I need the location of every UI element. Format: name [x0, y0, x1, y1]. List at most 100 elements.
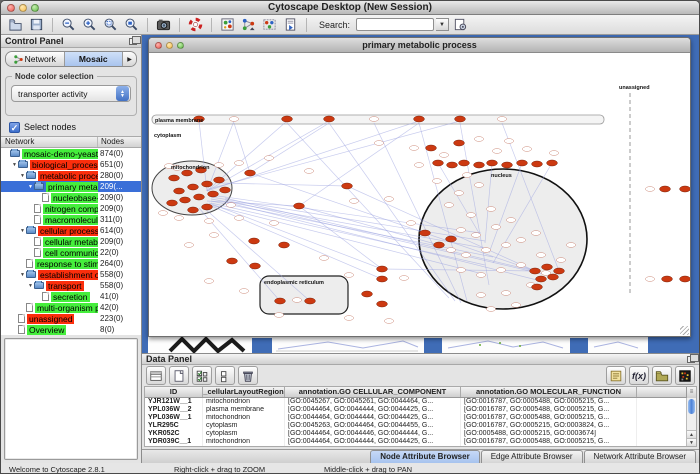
network-node[interactable]: [446, 236, 457, 242]
import-attributes-button[interactable]: [652, 366, 672, 385]
column-header[interactable]: _cellularLayoutRegion: [203, 387, 285, 397]
network-node[interactable]: [250, 263, 261, 269]
save-session-button[interactable]: [27, 16, 46, 34]
network-node[interactable]: [282, 116, 293, 122]
network-node-label[interactable]: [506, 218, 515, 223]
network-node-label[interactable]: [304, 169, 313, 174]
select-all-attributes-button[interactable]: [192, 366, 212, 385]
table-row[interactable]: YDR039C__1mitochondrion[GO:0044464, GO:0…: [145, 438, 696, 446]
zoom-selected-button[interactable]: [122, 16, 141, 34]
network-node-label[interactable]: [461, 253, 470, 258]
scrollbar-thumb[interactable]: [688, 399, 695, 414]
zoom-out-button[interactable]: [59, 16, 78, 34]
network-node-label[interactable]: [504, 139, 513, 144]
tree-row[interactable]: mosaic-demo-yeast874(0): [1, 148, 141, 159]
network-node-label[interactable]: [439, 153, 448, 158]
tree-row[interactable]: nitrogen compo209(0): [1, 203, 141, 214]
network-node-label[interactable]: [184, 243, 193, 248]
network-node[interactable]: [660, 186, 671, 192]
birds-eye-view[interactable]: [4, 338, 138, 460]
network-node-label[interactable]: [474, 183, 483, 188]
network-node[interactable]: [245, 170, 256, 176]
layout-network-button[interactable]: [239, 16, 258, 34]
network-node-label[interactable]: [384, 197, 393, 202]
network-node[interactable]: [517, 160, 528, 166]
network-node[interactable]: [662, 276, 673, 282]
network-node-label[interactable]: [496, 268, 505, 273]
network-node-label[interactable]: [369, 117, 378, 122]
network-node[interactable]: [502, 162, 513, 168]
node-color-dropdown[interactable]: transporter activity ▲▼: [11, 85, 131, 102]
help-button[interactable]: [186, 16, 205, 34]
network-node[interactable]: [180, 197, 191, 203]
network-canvas[interactable]: plasma membranecytoplasmmitochondrionnuc…: [149, 53, 690, 336]
network-node[interactable]: [532, 161, 543, 167]
network-node-label[interactable]: [204, 219, 213, 224]
select-attributes-button[interactable]: [146, 366, 166, 385]
network-node[interactable]: [532, 284, 543, 290]
network-node-label[interactable]: [239, 289, 248, 294]
network-node-label[interactable]: [344, 316, 353, 321]
network-node-label[interactable]: [444, 203, 453, 208]
network-node-label[interactable]: [531, 231, 540, 236]
tab-node-attribute-browser[interactable]: Node Attribute Browser: [370, 450, 480, 463]
column-header[interactable]: annotation.GO MOLECULAR_FUNCTION: [461, 387, 637, 397]
tree-row[interactable]: Overview8(0): [1, 324, 141, 335]
layout-region-button[interactable]: [260, 16, 279, 34]
table-scrollbar[interactable]: ▲ ▼: [686, 398, 696, 446]
network-node[interactable]: [474, 162, 485, 168]
table-row[interactable]: YJR121W__1mitochondrion[GO:0045267, GO:0…: [145, 398, 696, 406]
network-node-label[interactable]: [204, 279, 213, 284]
network-node-label[interactable]: [319, 256, 328, 261]
network-node[interactable]: [294, 203, 305, 209]
network-node[interactable]: [447, 162, 458, 168]
column-header[interactable]: annotation.GO CELLULAR_COMPONENT: [285, 387, 461, 397]
network-node[interactable]: [249, 238, 260, 244]
network-node-label[interactable]: [399, 276, 408, 281]
network-node[interactable]: [414, 116, 425, 122]
network-node[interactable]: [433, 160, 444, 166]
network-node[interactable]: [279, 242, 290, 248]
tab-network-attribute-browser[interactable]: Network Attribute Browser: [584, 450, 696, 463]
network-node[interactable]: [454, 140, 465, 146]
zoom-in-button[interactable]: [80, 16, 99, 34]
network-window-titlebar[interactable]: primary metabolic process: [149, 38, 690, 53]
tree-row[interactable]: unassigned223(0): [1, 313, 141, 324]
network-node-label[interactable]: [209, 233, 218, 238]
tab-overflow-arrow-icon[interactable]: ▶: [123, 52, 136, 66]
expand-arrow-icon[interactable]: ▼: [11, 162, 18, 168]
tab-edge-attribute-browser[interactable]: Edge Attribute Browser: [481, 450, 583, 463]
network-node-label[interactable]: [226, 203, 235, 208]
network-node-label[interactable]: [486, 307, 495, 312]
network-node[interactable]: [548, 274, 559, 280]
network-node-label[interactable]: [556, 258, 565, 263]
network-node-label[interactable]: [264, 156, 273, 161]
network-node-label[interactable]: [349, 199, 358, 204]
network-node[interactable]: [530, 268, 541, 274]
network-node-label[interactable]: [466, 213, 475, 218]
table-row[interactable]: YPL036W__2plasma membrane[GO:0044464, GO…: [145, 406, 696, 414]
create-attribute-button[interactable]: [169, 366, 189, 385]
float-panel-icon[interactable]: [129, 38, 137, 45]
network-node[interactable]: [227, 258, 238, 264]
resize-grip[interactable]: [680, 326, 689, 335]
search-settings-button[interactable]: [451, 16, 470, 34]
tree-row[interactable]: ▼biological_process651(0): [1, 159, 141, 170]
network-node[interactable]: [542, 264, 553, 270]
network-node[interactable]: [188, 184, 199, 190]
scroll-down-icon[interactable]: ▼: [687, 438, 696, 446]
network-node-label[interactable]: [292, 298, 301, 303]
column-options-icon[interactable]: ≡: [686, 387, 696, 398]
network-node-label[interactable]: [516, 263, 525, 268]
network-node-label[interactable]: [474, 137, 483, 142]
search-dropdown-arrow-icon[interactable]: ▼: [436, 18, 449, 31]
tree-row[interactable]: ▼transport558(0): [1, 280, 141, 291]
open-network-button[interactable]: [6, 16, 25, 34]
snapshot-button[interactable]: [154, 16, 173, 34]
tab-mosaic[interactable]: Mosaic: [65, 52, 124, 66]
tree-row[interactable]: cell communicat22(0): [1, 247, 141, 258]
network-node-label[interactable]: [501, 291, 510, 296]
zoom-fit-button[interactable]: [101, 16, 120, 34]
tree-row[interactable]: secretion41(0): [1, 291, 141, 302]
network-node-label[interactable]: [516, 238, 525, 243]
